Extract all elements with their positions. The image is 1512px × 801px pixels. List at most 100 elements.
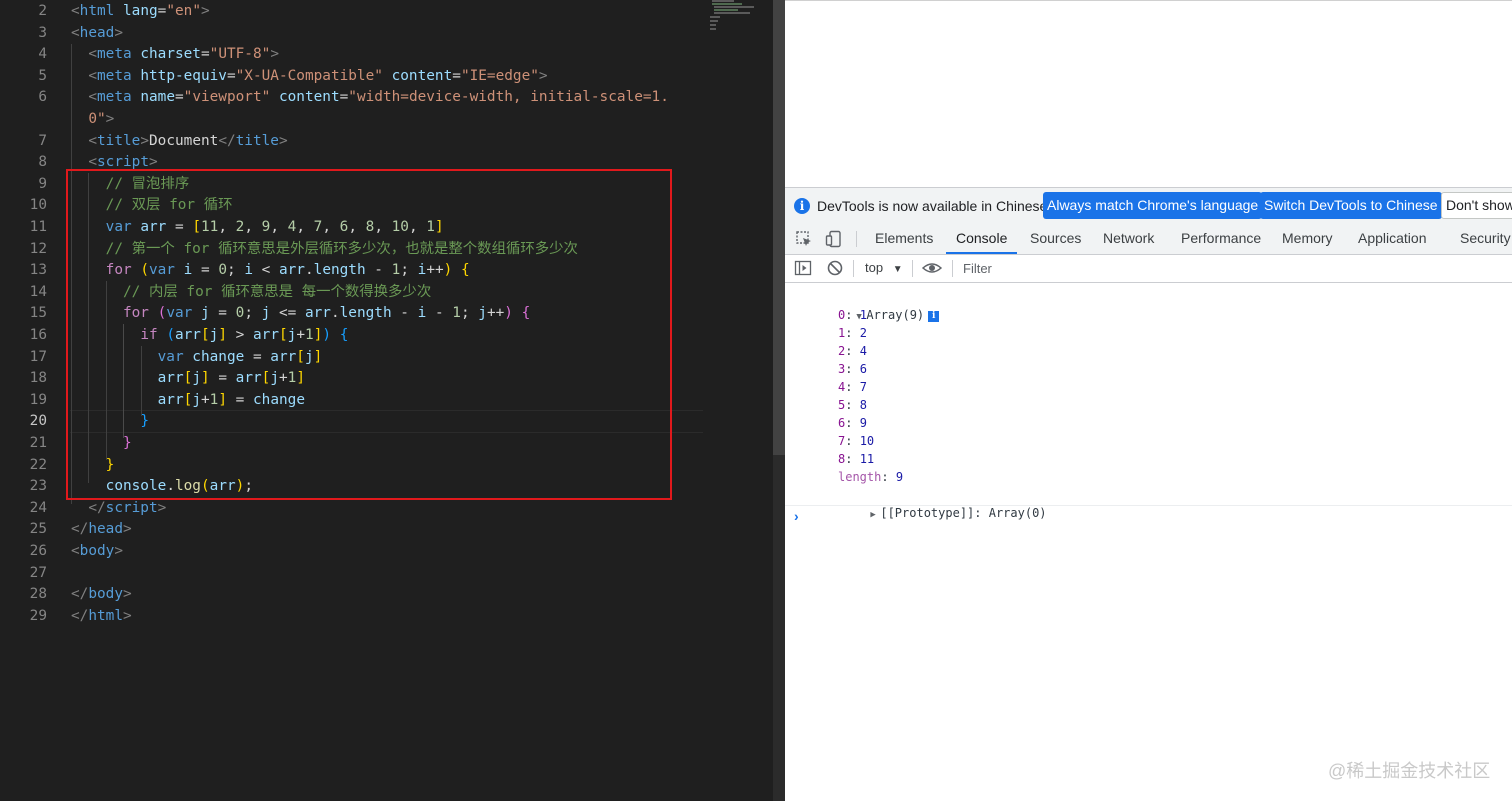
array-item-value: 7 — [859, 380, 867, 394]
code-token: html — [88, 607, 123, 624]
code-line[interactable]: 4 <meta charset="UTF-8"> — [0, 44, 705, 66]
code-token: "width=device-width, initial-scale=1. — [348, 89, 669, 106]
tab-performance[interactable]: Performance — [1181, 224, 1261, 252]
code-line[interactable]: 27 — [0, 563, 705, 585]
array-header: Array(9) — [866, 308, 925, 322]
code-content: <head> — [71, 23, 123, 45]
tab-console[interactable]: Console — [946, 224, 1018, 254]
live-expression-eye-icon[interactable] — [922, 259, 942, 277]
code-token: < — [71, 24, 80, 41]
device-toolbar-icon[interactable] — [825, 230, 843, 248]
line-number: 21 — [29, 435, 47, 451]
code-token: > — [278, 132, 288, 149]
code-line[interactable]: 28 </body> — [0, 584, 705, 606]
code-token: lang — [123, 3, 158, 19]
array-item-value: 10 — [859, 434, 875, 448]
tab-sources[interactable]: Sources — [1030, 224, 1081, 252]
line-number: 23 — [29, 478, 47, 495]
array-item-value: 8 — [859, 398, 867, 412]
code-line[interactable]: 3 <head> — [0, 23, 705, 45]
tab-elements[interactable]: Elements — [875, 224, 933, 252]
array-item-row: 5: 8 — [838, 398, 867, 412]
console-prompt-icon[interactable]: › — [794, 508, 799, 524]
array-length-row: length: 9 — [838, 470, 904, 484]
line-number: 5 — [38, 67, 47, 84]
code-token: < — [71, 3, 80, 19]
code-token: > — [538, 67, 548, 84]
code-token: < — [88, 132, 97, 149]
code-token: "IE=edge" — [460, 67, 539, 84]
code-token: script — [97, 154, 149, 171]
array-item-value: 2 — [859, 326, 867, 340]
code-token: title — [235, 132, 279, 149]
code-token: body — [79, 543, 115, 559]
code-token: > — [148, 154, 158, 171]
code-token: = — [452, 67, 461, 84]
line-number: 20 — [29, 413, 47, 430]
code-token: = — [226, 67, 236, 84]
array-item-value: 1 — [859, 308, 867, 322]
array-item-value: 6 — [859, 362, 867, 376]
sidebar-toggle-icon[interactable] — [794, 259, 812, 277]
line-number: 28 — [29, 586, 47, 603]
code-token: http-equiv — [140, 67, 227, 84]
js-context-select[interactable]: top ▼ — [865, 260, 903, 275]
chevron-down-icon: ▼ — [892, 264, 903, 275]
tab-network[interactable]: Network — [1103, 224, 1154, 252]
prototype-row[interactable]: ▶ [[Prototype]]: Array(0) — [827, 486, 1046, 520]
array-item-row: 4: 7 — [838, 380, 867, 394]
array-log-entry[interactable]: ▼ Array(9) i — [813, 288, 940, 322]
toolbar-divider — [912, 260, 913, 277]
line-number: 6 — [38, 89, 47, 106]
tab-application[interactable]: Application — [1358, 224, 1427, 252]
line-number: 17 — [29, 348, 47, 365]
code-content: </html> — [71, 606, 132, 628]
line-number: 15 — [29, 305, 47, 322]
clear-console-icon[interactable] — [826, 259, 844, 277]
array-item-row: 1: 2 — [838, 326, 867, 340]
switch-to-chinese-button[interactable]: Switch DevTools to Chinese — [1260, 192, 1442, 219]
code-line[interactable]: 24 </script> — [0, 498, 705, 520]
code-token: meta — [97, 67, 141, 84]
code-line[interactable]: 5 <meta http-equiv="X-UA-Compatible" con… — [0, 66, 705, 88]
inspect-element-icon[interactable] — [795, 230, 813, 248]
code-content: <meta name="viewport" content="width=dev… — [71, 87, 669, 109]
code-line[interactable]: 26 <body> — [0, 541, 705, 563]
array-item-value: 9 — [859, 416, 867, 430]
code-content: <title>Document</title> — [71, 131, 288, 153]
code-token: "en" — [166, 3, 201, 19]
minimap — [710, 0, 754, 30]
code-token: < — [88, 89, 97, 106]
code-token: < — [71, 543, 80, 559]
console-filter-input[interactable] — [959, 258, 1512, 278]
dont-show-button[interactable]: Don't show — [1441, 192, 1512, 219]
tab-security[interactable]: Security — [1460, 224, 1511, 252]
code-line[interactable]: 0"> — [0, 109, 705, 131]
collapsed-triangle-icon[interactable]: ▶ — [870, 506, 880, 524]
code-line[interactable]: 6 <meta name="viewport" content="width=d… — [0, 87, 705, 109]
info-badge-icon[interactable]: i — [928, 311, 940, 322]
code-content: <meta http-equiv="X-UA-Compatible" conte… — [71, 66, 548, 88]
always-match-language-button[interactable]: Always match Chrome's language — [1043, 192, 1263, 219]
browser-panel: i DevTools is now available in Chinese! … — [785, 0, 1512, 801]
line-number: 25 — [29, 521, 47, 538]
code-line[interactable]: 7 <title>Document</title> — [0, 131, 705, 153]
line-number: 7 — [38, 132, 47, 149]
editor-scrollbar[interactable] — [773, 0, 785, 801]
code-token: > — [114, 24, 123, 41]
code-token: </ — [71, 586, 89, 603]
scrollbar-thumb[interactable] — [773, 0, 785, 455]
page-viewport[interactable] — [785, 0, 1512, 188]
code-line[interactable]: 2 <html lang="en"> — [0, 1, 705, 23]
line-number: 12 — [29, 240, 47, 257]
code-token: html — [79, 3, 123, 19]
code-editor[interactable]: 2 <html lang="en"> 3 <head> 4 <meta charset=… — [0, 0, 773, 801]
tab-memory[interactable]: Memory — [1282, 224, 1333, 252]
line-number: 11 — [29, 219, 47, 235]
code-line[interactable]: 25 </head> — [0, 519, 705, 541]
code-line[interactable]: 29 </html> — [0, 606, 705, 628]
code-token: meta — [97, 46, 141, 63]
